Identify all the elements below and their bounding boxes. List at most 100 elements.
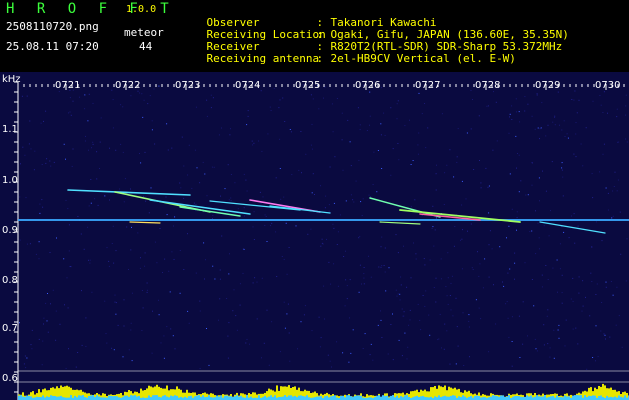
noise-speck [511, 105, 513, 107]
noise-speck [541, 102, 543, 104]
meter-base-bar [346, 395, 348, 400]
meter-base-bar [316, 396, 318, 400]
noise-speck [412, 160, 414, 161]
noise-speck [279, 99, 281, 101]
noise-speck [109, 147, 110, 149]
noise-speck [115, 250, 117, 252]
meter-base-bar [496, 396, 498, 400]
meter-base-bar [26, 395, 28, 400]
x-tick-label: 0727 [415, 80, 441, 91]
meter-base-bar [198, 395, 200, 400]
noise-speck [40, 122, 42, 124]
meter-base-bar [592, 395, 594, 400]
noise-speck [38, 258, 40, 260]
noise-speck [409, 309, 411, 311]
noise-speck [503, 285, 505, 287]
noise-speck [81, 344, 83, 346]
noise-speck [30, 148, 32, 150]
noise-speck [249, 343, 251, 345]
noise-speck [397, 252, 399, 254]
noise-speck [561, 162, 563, 164]
noise-speck [479, 263, 481, 265]
meter-base-bar [506, 396, 508, 400]
noise-speck [489, 230, 491, 232]
meter-base-bar [444, 395, 446, 400]
noise-speck [359, 124, 361, 126]
noise-speck [68, 250, 70, 252]
meter-base-bar [414, 396, 416, 400]
meter-base-bar [588, 395, 590, 400]
noise-speck [561, 292, 563, 294]
noise-speck [446, 295, 448, 297]
noise-speck [518, 191, 520, 193]
noise-speck [366, 130, 368, 131]
noise-speck [471, 267, 473, 269]
noise-speck [377, 324, 379, 326]
noise-speck [551, 161, 553, 163]
x-tick-label: 0729 [535, 80, 561, 91]
noise-speck [311, 192, 313, 194]
noise-speck [65, 367, 67, 369]
noise-speck [508, 132, 510, 134]
noise-speck [214, 278, 216, 280]
noise-speck [403, 245, 404, 247]
meter-base-bar [294, 395, 296, 400]
noise-speck [188, 144, 190, 146]
meter-base-bar [202, 395, 204, 400]
noise-speck [123, 201, 125, 203]
noise-speck [253, 142, 255, 144]
noise-speck [444, 172, 446, 174]
noise-speck [85, 135, 86, 137]
noise-speck [541, 286, 543, 288]
app-version: 1.0.0 [126, 4, 157, 15]
noise-speck [485, 167, 487, 169]
noise-speck [152, 310, 153, 312]
noise-speck [212, 214, 214, 216]
noise-speck [119, 188, 121, 190]
meter-base-bar [70, 395, 72, 400]
meter-base-bar [124, 395, 126, 400]
noise-speck [329, 360, 331, 362]
meter-base-bar [326, 395, 328, 400]
noise-speck [106, 247, 108, 249]
noise-speck [580, 143, 582, 145]
noise-speck [146, 289, 148, 291]
noise-speck [41, 364, 43, 366]
meter-base-bar [136, 396, 138, 400]
noise-speck [150, 187, 152, 189]
noise-speck [219, 298, 221, 300]
noise-speck [50, 165, 52, 167]
noise-speck [87, 120, 89, 122]
noise-speck [616, 190, 618, 192]
noise-speck [514, 262, 516, 264]
meter-base-bar [220, 395, 222, 400]
noise-speck [96, 178, 98, 180]
noise-speck [516, 229, 517, 231]
meter-base-bar [490, 396, 492, 400]
noise-speck [615, 324, 617, 326]
noise-speck [130, 249, 132, 251]
meter-base-bar [454, 395, 456, 400]
noise-speck [358, 291, 360, 293]
y-tick-label: 0.7 [2, 323, 18, 334]
meter-base-bar [292, 396, 294, 400]
noise-speck [162, 272, 163, 273]
noise-speck [517, 153, 518, 154]
noise-speck [603, 333, 605, 335]
noise-speck [487, 186, 489, 188]
noise-speck [195, 106, 197, 108]
noise-speck [81, 290, 82, 292]
noise-speck [63, 258, 65, 260]
noise-speck [38, 338, 40, 340]
meter-base-bar [196, 395, 198, 400]
noise-speck [511, 341, 513, 342]
noise-speck [158, 314, 160, 316]
noise-speck [432, 226, 434, 228]
noise-speck [470, 128, 472, 130]
noise-speck [229, 134, 231, 136]
noise-speck [284, 121, 286, 122]
meter-base-bar [208, 395, 210, 400]
meter-base-bar [564, 395, 566, 400]
noise-speck [49, 252, 51, 253]
noise-speck [193, 202, 195, 204]
